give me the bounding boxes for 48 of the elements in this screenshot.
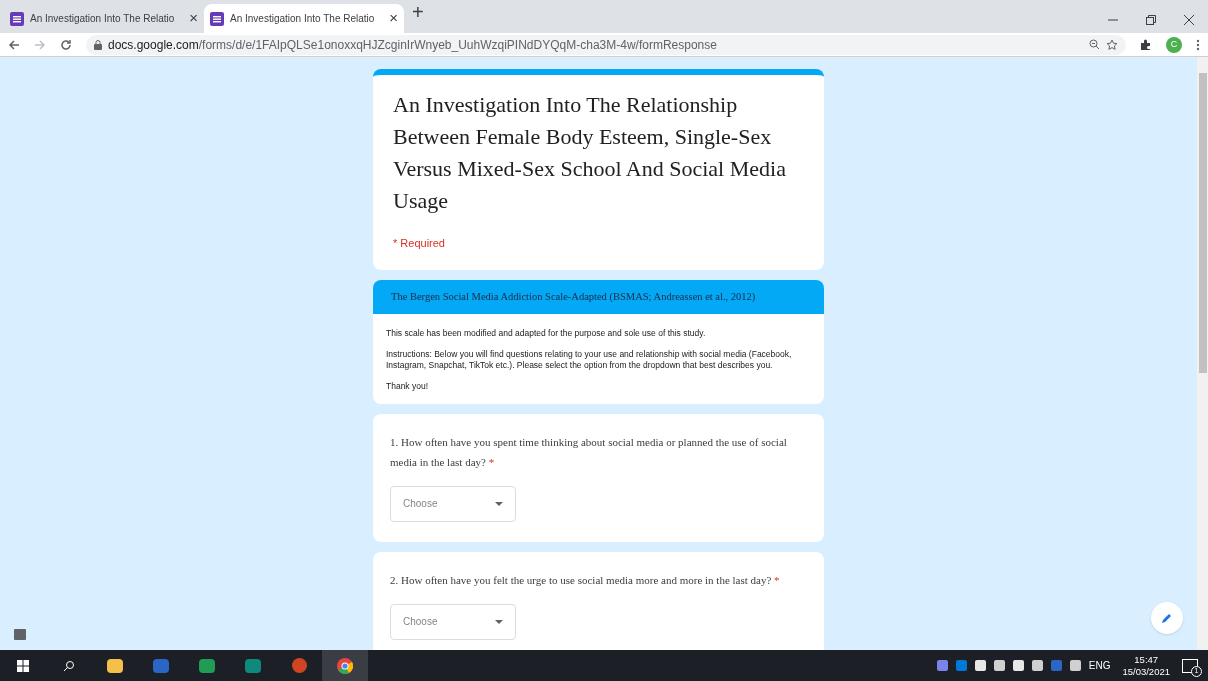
section-title: The Bergen Social Media Addiction Scale-Adapted (BSMAS; Andreassen et al., 2012) xyxy=(373,279,824,314)
form-icon xyxy=(10,11,24,26)
form-title: An Investigation Into The Relationship Between Female Body Esteem, Single-Sex Versus Mixed-Sex School And Social Media Usage xyxy=(393,91,787,215)
scrollbar[interactable] xyxy=(1197,57,1208,650)
section-description: Instructions: Below you will find questions relating to your use and relationship with social media (Facebook, Instagram, Snapchat, TikTok etc.). Please select the option from the dropdown that best describes you. xyxy=(386,348,793,371)
url-text: docs.google.com/forms/d/e/1FAIpQLSe1onoxxqHJZcginIrWnyeb_UuhWzqiPINdDYQqM-cha3M-4w/formResponse xyxy=(108,36,717,54)
reload-icon[interactable] xyxy=(60,38,72,51)
lock-icon xyxy=(94,39,102,50)
restore-icon[interactable] xyxy=(1146,15,1156,25)
clock-date: 15/03/2021 xyxy=(1122,665,1170,678)
zoom-icon[interactable] xyxy=(1089,39,1100,50)
scrollbar-thumb[interactable] xyxy=(1198,73,1207,373)
chrome-taskbar-button[interactable] xyxy=(322,650,368,681)
required-note: * Required xyxy=(393,236,446,251)
dropdown-arrow-icon xyxy=(495,501,503,506)
form-icon xyxy=(210,11,224,26)
tab-title: An Investigation Into The Relatio xyxy=(230,12,376,26)
clock[interactable]: 15:47 15/03/2021 xyxy=(1122,653,1170,678)
pencil-icon xyxy=(1161,612,1173,624)
windows-logo-icon xyxy=(17,659,29,672)
puzzle-icon[interactable] xyxy=(1140,38,1152,51)
tray-icon[interactable] xyxy=(993,660,1005,671)
language-indicator[interactable]: ENG xyxy=(1088,658,1111,673)
tray-icon[interactable] xyxy=(1031,660,1043,671)
choose-dropdown[interactable]: Choose xyxy=(390,603,516,640)
question-text: 1. How often have you spent time thinking about social media or planned the use of social media in the last day? * xyxy=(390,434,788,470)
star-icon[interactable] xyxy=(1106,38,1118,51)
tray-icon[interactable] xyxy=(1012,660,1024,671)
tray-icon[interactable] xyxy=(1069,660,1081,671)
close-icon[interactable] xyxy=(1184,15,1194,25)
dropdown-arrow-icon xyxy=(495,619,503,624)
choose-dropdown[interactable]: Choose xyxy=(390,485,516,522)
back-icon[interactable] xyxy=(8,38,20,51)
address-bar[interactable]: docs.google.com/forms/d/e/1FAIpQLSe1onoxxqHJZcginIrWnyeb_UuhWzqiPINdDYQqM-cha3M-4w/formResponse xyxy=(86,34,1126,55)
menu-icon[interactable] xyxy=(1196,38,1200,51)
tray-icon[interactable] xyxy=(974,660,986,671)
section-description: This scale has been modified and adapted for the purpose and sole use of this study. xyxy=(386,327,707,339)
browser-tab[interactable]: An Investigation Into The Relatio × xyxy=(204,4,404,33)
section-description: Thank you! xyxy=(386,380,430,392)
new-tab-button[interactable]: + xyxy=(412,0,424,27)
magnifier-icon xyxy=(63,659,75,672)
clock-time: 15:47 xyxy=(1134,653,1159,666)
browser-tab[interactable]: An Investigation Into The Relatio × xyxy=(4,4,204,33)
tab-close-button[interactable]: × xyxy=(189,7,198,30)
tab-close-button[interactable]: × xyxy=(389,7,398,30)
tab-title: An Investigation Into The Relatio xyxy=(30,12,176,26)
question-text: 2. How often have you felt the urge to use social media more and more in the last day? * xyxy=(390,572,781,588)
browser-logo-icon xyxy=(337,657,353,674)
